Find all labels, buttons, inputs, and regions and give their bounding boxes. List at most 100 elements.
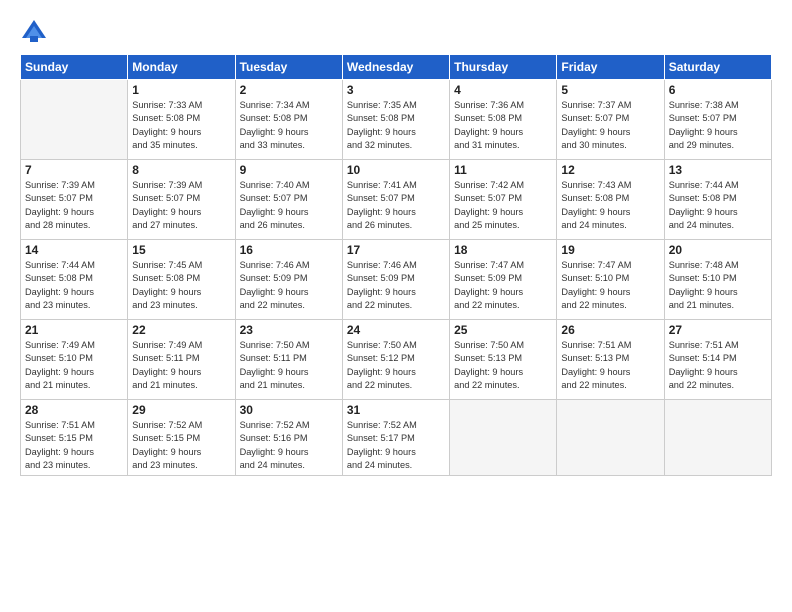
day-number: 16 [240, 243, 338, 257]
day-number: 24 [347, 323, 445, 337]
day-info: Sunrise: 7:33 AMSunset: 5:08 PMDaylight:… [132, 99, 230, 152]
calendar-week-row: 7 Sunrise: 7:39 AMSunset: 5:07 PMDaylight… [21, 160, 772, 240]
page: SundayMondayTuesdayWednesdayThursdayFrid… [0, 0, 792, 612]
day-number: 5 [561, 83, 659, 97]
day-info: Sunrise: 7:34 AMSunset: 5:08 PMDaylight:… [240, 99, 338, 152]
weekday-header-cell: Monday [128, 55, 235, 80]
day-number: 19 [561, 243, 659, 257]
day-number: 10 [347, 163, 445, 177]
day-number: 31 [347, 403, 445, 417]
calendar-week-row: 1 Sunrise: 7:33 AMSunset: 5:08 PMDaylight… [21, 80, 772, 160]
calendar-day-cell [557, 400, 664, 476]
day-info: Sunrise: 7:46 AMSunset: 5:09 PMDaylight:… [240, 259, 338, 312]
day-number: 20 [669, 243, 767, 257]
calendar-day-cell: 20Sunrise: 7:48 AMSunset: 5:10 PMDayligh… [664, 240, 771, 320]
day-number: 4 [454, 83, 552, 97]
calendar-day-cell: 6 Sunrise: 7:38 AMSunset: 5:07 PMDaylight… [664, 80, 771, 160]
day-number: 27 [669, 323, 767, 337]
calendar-day-cell: 3 Sunrise: 7:35 AMSunset: 5:08 PMDaylight… [342, 80, 449, 160]
day-info: Sunrise: 7:49 AMSunset: 5:11 PMDaylight:… [132, 339, 230, 392]
day-info: Sunrise: 7:51 AMSunset: 5:14 PMDaylight:… [669, 339, 767, 392]
day-number: 6 [669, 83, 767, 97]
calendar-day-cell [664, 400, 771, 476]
day-info: Sunrise: 7:38 AMSunset: 5:07 PMDaylight:… [669, 99, 767, 152]
day-number: 7 [25, 163, 123, 177]
calendar-day-cell: 18 Sunrise: 7:47 AMSunset: 5:09 PMDayligh… [450, 240, 557, 320]
day-number: 25 [454, 323, 552, 337]
day-info: Sunrise: 7:50 AMSunset: 5:12 PMDaylight:… [347, 339, 445, 392]
calendar-day-cell: 29 Sunrise: 7:52 AMSunset: 5:15 PMDayligh… [128, 400, 235, 476]
day-info: Sunrise: 7:35 AMSunset: 5:08 PMDaylight:… [347, 99, 445, 152]
day-number: 1 [132, 83, 230, 97]
day-info: Sunrise: 7:43 AMSunset: 5:08 PMDaylight:… [561, 179, 659, 232]
calendar-day-cell: 13 Sunrise: 7:44 AMSunset: 5:08 PMDayligh… [664, 160, 771, 240]
day-info: Sunrise: 7:39 AMSunset: 5:07 PMDaylight:… [132, 179, 230, 232]
day-number: 14 [25, 243, 123, 257]
calendar-day-cell: 5 Sunrise: 7:37 AMSunset: 5:07 PMDaylight… [557, 80, 664, 160]
day-number: 29 [132, 403, 230, 417]
day-info: Sunrise: 7:51 AMSunset: 5:13 PMDaylight:… [561, 339, 659, 392]
weekday-header-row: SundayMondayTuesdayWednesdayThursdayFrid… [21, 55, 772, 80]
day-number: 23 [240, 323, 338, 337]
calendar-day-cell: 24 Sunrise: 7:50 AMSunset: 5:12 PMDayligh… [342, 320, 449, 400]
day-info: Sunrise: 7:44 AMSunset: 5:08 PMDaylight:… [25, 259, 123, 312]
logo-icon [20, 18, 48, 46]
day-number: 3 [347, 83, 445, 97]
calendar-day-cell: 8 Sunrise: 7:39 AMSunset: 5:07 PMDaylight… [128, 160, 235, 240]
calendar-day-cell: 4 Sunrise: 7:36 AMSunset: 5:08 PMDaylight… [450, 80, 557, 160]
day-info: Sunrise: 7:47 AMSunset: 5:09 PMDaylight:… [454, 259, 552, 312]
calendar-day-cell: 28Sunrise: 7:51 AMSunset: 5:15 PMDayligh… [21, 400, 128, 476]
day-number: 26 [561, 323, 659, 337]
day-number: 30 [240, 403, 338, 417]
calendar-day-cell: 12 Sunrise: 7:43 AMSunset: 5:08 PMDayligh… [557, 160, 664, 240]
weekday-header-cell: Wednesday [342, 55, 449, 80]
weekday-header-cell: Sunday [21, 55, 128, 80]
day-number: 8 [132, 163, 230, 177]
calendar-day-cell: 1 Sunrise: 7:33 AMSunset: 5:08 PMDaylight… [128, 80, 235, 160]
day-number: 18 [454, 243, 552, 257]
day-info: Sunrise: 7:37 AMSunset: 5:07 PMDaylight:… [561, 99, 659, 152]
day-number: 13 [669, 163, 767, 177]
calendar-day-cell: 14 Sunrise: 7:44 AMSunset: 5:08 PMDayligh… [21, 240, 128, 320]
calendar-week-row: 21Sunrise: 7:49 AMSunset: 5:10 PMDayligh… [21, 320, 772, 400]
calendar-day-cell: 16 Sunrise: 7:46 AMSunset: 5:09 PMDayligh… [235, 240, 342, 320]
day-info: Sunrise: 7:36 AMSunset: 5:08 PMDaylight:… [454, 99, 552, 152]
calendar-day-cell [21, 80, 128, 160]
day-info: Sunrise: 7:44 AMSunset: 5:08 PMDaylight:… [669, 179, 767, 232]
day-info: Sunrise: 7:52 AMSunset: 5:15 PMDaylight:… [132, 419, 230, 472]
day-number: 2 [240, 83, 338, 97]
day-info: Sunrise: 7:47 AMSunset: 5:10 PMDaylight:… [561, 259, 659, 312]
calendar-day-cell: 7 Sunrise: 7:39 AMSunset: 5:07 PMDaylight… [21, 160, 128, 240]
day-number: 28 [25, 403, 123, 417]
day-info: Sunrise: 7:41 AMSunset: 5:07 PMDaylight:… [347, 179, 445, 232]
calendar-day-cell: 15Sunrise: 7:45 AMSunset: 5:08 PMDayligh… [128, 240, 235, 320]
header [20, 18, 772, 46]
calendar-day-cell: 26 Sunrise: 7:51 AMSunset: 5:13 PMDayligh… [557, 320, 664, 400]
day-number: 12 [561, 163, 659, 177]
day-info: Sunrise: 7:42 AMSunset: 5:07 PMDaylight:… [454, 179, 552, 232]
calendar-day-cell: 22 Sunrise: 7:49 AMSunset: 5:11 PMDayligh… [128, 320, 235, 400]
day-number: 15 [132, 243, 230, 257]
calendar-day-cell: 25 Sunrise: 7:50 AMSunset: 5:13 PMDayligh… [450, 320, 557, 400]
calendar-day-cell: 21Sunrise: 7:49 AMSunset: 5:10 PMDayligh… [21, 320, 128, 400]
calendar-day-cell: 17 Sunrise: 7:46 AMSunset: 5:09 PMDayligh… [342, 240, 449, 320]
day-number: 9 [240, 163, 338, 177]
day-info: Sunrise: 7:46 AMSunset: 5:09 PMDaylight:… [347, 259, 445, 312]
calendar-week-row: 28Sunrise: 7:51 AMSunset: 5:15 PMDayligh… [21, 400, 772, 476]
calendar-body: 1 Sunrise: 7:33 AMSunset: 5:08 PMDaylight… [21, 80, 772, 476]
day-number: 22 [132, 323, 230, 337]
day-info: Sunrise: 7:50 AMSunset: 5:13 PMDaylight:… [454, 339, 552, 392]
calendar-day-cell: 2 Sunrise: 7:34 AMSunset: 5:08 PMDaylight… [235, 80, 342, 160]
day-number: 11 [454, 163, 552, 177]
calendar-day-cell: 30Sunrise: 7:52 AMSunset: 5:16 PMDayligh… [235, 400, 342, 476]
weekday-header-cell: Friday [557, 55, 664, 80]
day-info: Sunrise: 7:40 AMSunset: 5:07 PMDaylight:… [240, 179, 338, 232]
weekday-header-cell: Tuesday [235, 55, 342, 80]
calendar-day-cell [450, 400, 557, 476]
weekday-header-cell: Saturday [664, 55, 771, 80]
day-number: 17 [347, 243, 445, 257]
calendar-day-cell: 10 Sunrise: 7:41 AMSunset: 5:07 PMDayligh… [342, 160, 449, 240]
logo [20, 18, 52, 46]
calendar-day-cell: 11 Sunrise: 7:42 AMSunset: 5:07 PMDayligh… [450, 160, 557, 240]
day-info: Sunrise: 7:39 AMSunset: 5:07 PMDaylight:… [25, 179, 123, 232]
